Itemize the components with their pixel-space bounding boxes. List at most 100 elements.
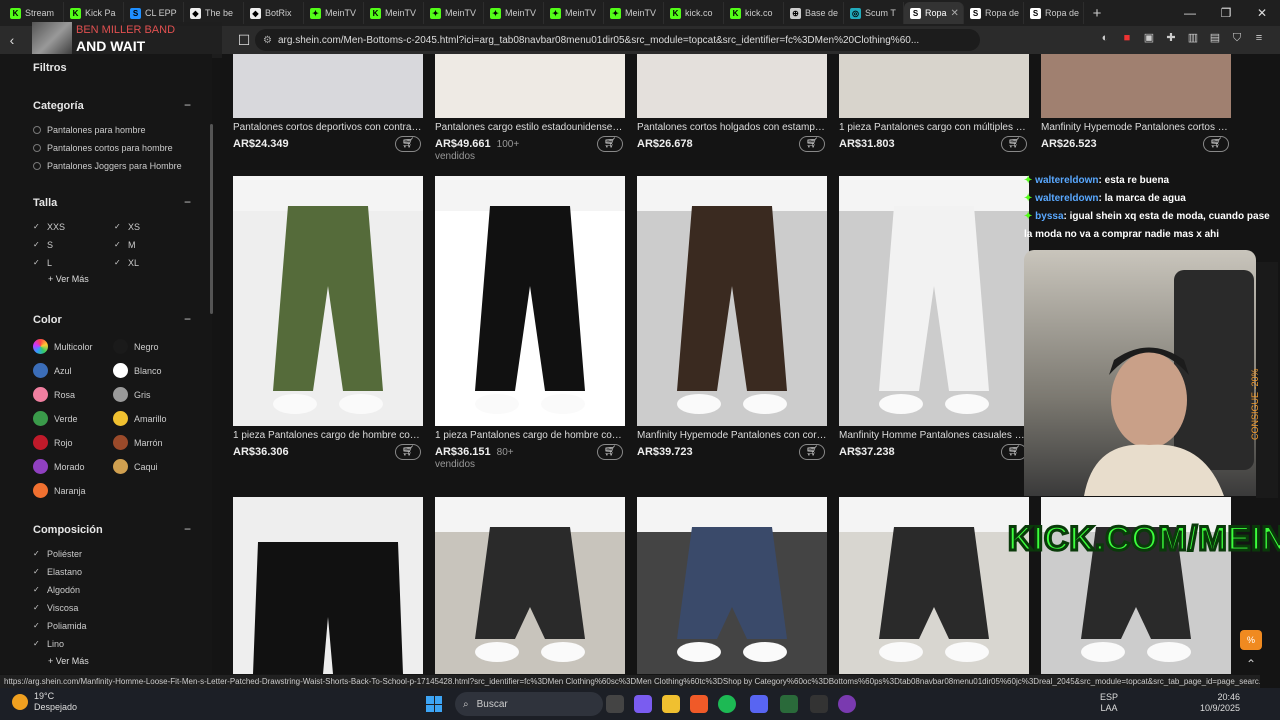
product-image[interactable]	[233, 497, 423, 674]
browser-tab[interactable]: ✦ MeinTV	[484, 2, 544, 24]
browser-tab[interactable]: S Ropa ✕	[904, 2, 964, 24]
wallet-icon[interactable]: ▤	[1208, 30, 1222, 46]
category-option[interactable]: Pantalones para hombre	[33, 125, 146, 135]
add-to-cart-button[interactable]: 🛒︎	[395, 136, 421, 152]
add-to-cart-button[interactable]: 🛒︎	[597, 136, 623, 152]
color-option[interactable]: Azul	[33, 363, 72, 378]
bookmark-icon[interactable]: ☐	[232, 32, 256, 49]
add-to-cart-button[interactable]: 🛒︎	[799, 444, 825, 460]
browser-tab[interactable]: K Stream	[4, 2, 64, 24]
file-explorer-icon[interactable]	[662, 695, 680, 713]
browser-tab[interactable]: ✦ MeinTV	[604, 2, 664, 24]
collapse-icon[interactable]: −	[184, 312, 191, 326]
discord-icon[interactable]	[750, 695, 768, 713]
composition-more-link[interactable]: + Ver Más	[48, 656, 89, 666]
browser-tab[interactable]: ◆ The be	[184, 2, 244, 24]
size-heading[interactable]: Talla	[33, 197, 57, 209]
browser-tab[interactable]: Kkick.co	[724, 2, 784, 24]
size-checkbox[interactable]: ✓ XL	[114, 258, 139, 268]
composition-checkbox[interactable]: ✓ Algodón	[33, 585, 80, 595]
color-option[interactable]: Gris	[113, 387, 151, 402]
offer-badge-icon[interactable]: %	[1240, 630, 1262, 650]
product-image[interactable]	[839, 54, 1029, 118]
product-title[interactable]: 1 pieza Pantalones cargo de hombre con .…	[435, 430, 625, 441]
product-image[interactable]	[637, 497, 827, 674]
app-icon[interactable]	[838, 695, 856, 713]
size-checkbox[interactable]: ✓ XS	[114, 222, 140, 232]
obs-icon[interactable]	[810, 695, 828, 713]
size-checkbox[interactable]: ✓ XXS	[33, 222, 65, 232]
close-icon[interactable]: ✕	[1244, 0, 1280, 26]
product-title[interactable]: Pantalones cortos deportivos con contras…	[233, 122, 423, 133]
color-option[interactable]: Blanco	[113, 363, 162, 378]
weather-widget[interactable]: 19°C Despejado	[12, 691, 77, 713]
new-tab-icon[interactable]: +	[1084, 5, 1110, 22]
browser-tab[interactable]: ⊕ Base de	[784, 2, 844, 24]
collapse-icon[interactable]: −	[184, 522, 191, 536]
browser-tab[interactable]: S Ropa de	[1024, 2, 1084, 24]
product-image[interactable]	[435, 497, 625, 674]
size-checkbox[interactable]: ✓ M	[114, 240, 136, 250]
taskbar-search[interactable]: ⌕ Buscar	[455, 692, 603, 716]
color-option[interactable]: Rosa	[33, 387, 75, 402]
composition-checkbox[interactable]: ✓ Viscosa	[33, 603, 78, 613]
url-input[interactable]: ⚙ arg.shein.com/Men-Bottoms-c-2045.html?…	[255, 29, 980, 51]
sidebar-icon[interactable]: ▥	[1186, 30, 1200, 46]
category-option[interactable]: Pantalones cortos para hombre	[33, 143, 173, 153]
maximize-icon[interactable]: ❐	[1208, 0, 1244, 26]
spotify-icon[interactable]	[718, 695, 736, 713]
color-option[interactable]: Negro	[113, 339, 159, 354]
product-image[interactable]	[839, 497, 1029, 674]
color-heading[interactable]: Color	[33, 314, 62, 326]
scroll-top-icon[interactable]: ⌃	[1240, 657, 1262, 675]
menu-icon[interactable]: ≡	[1252, 30, 1266, 46]
add-to-cart-button[interactable]: 🛒︎	[395, 444, 421, 460]
windows-start-icon[interactable]	[426, 696, 442, 712]
composition-checkbox[interactable]: ✓ Poliéster	[33, 549, 82, 559]
product-image[interactable]	[1041, 54, 1231, 118]
browser-tab[interactable]: S Ropa de	[964, 2, 1024, 24]
product-title[interactable]: Manfinity Hypemode Pantalones cortos co.…	[1041, 122, 1231, 133]
product-image[interactable]	[637, 176, 827, 426]
collapse-icon[interactable]: −	[184, 195, 191, 209]
minimize-icon[interactable]: —	[1172, 0, 1208, 26]
category-option[interactable]: Pantalones Joggers para Hombre	[33, 161, 182, 171]
add-to-cart-button[interactable]: 🛒︎	[597, 444, 623, 460]
browser-tab[interactable]: ◎ Scum T	[844, 2, 904, 24]
browser-tab[interactable]: K MeinTV	[364, 2, 424, 24]
add-to-cart-button[interactable]: 🛒︎	[1001, 136, 1027, 152]
size-checkbox[interactable]: ✓ S	[33, 240, 53, 250]
product-title[interactable]: Pantalones cargo estilo estadounidense d…	[435, 122, 625, 133]
extension-icon[interactable]: ▣	[1142, 30, 1156, 46]
back-icon[interactable]: ‹	[0, 32, 24, 48]
clock[interactable]: 20:46 10/9/2025	[1200, 692, 1240, 714]
browser-tab[interactable]: ◆ BotRix	[244, 2, 304, 24]
color-option[interactable]: Multicolor	[33, 339, 93, 354]
composition-checkbox[interactable]: ✓ Elastano	[33, 567, 82, 577]
composition-heading[interactable]: Composición	[33, 524, 103, 536]
product-title[interactable]: 1 pieza Pantalones cargo con múltiples b…	[839, 122, 1029, 133]
color-option[interactable]: Naranja	[33, 483, 86, 498]
composition-checkbox[interactable]: ✓ Poliamida	[33, 621, 87, 631]
browser-tab[interactable]: S CL EPP	[124, 2, 184, 24]
product-title[interactable]: 1 pieza Pantalones cargo de hombre con c…	[233, 430, 423, 441]
browser-tab[interactable]: ✦ MeinTV	[544, 2, 604, 24]
color-option[interactable]: Morado	[33, 459, 85, 474]
puzzle-icon[interactable]: ✚	[1164, 30, 1178, 46]
size-checkbox[interactable]: ✓ L	[33, 258, 52, 268]
close-tab-icon[interactable]: ✕	[951, 8, 959, 19]
color-option[interactable]: Caqui	[113, 459, 158, 474]
color-option[interactable]: Rojo	[33, 435, 73, 450]
product-title[interactable]: Manfinity Hypemode Pantalones con cordó.…	[637, 430, 827, 441]
add-to-cart-button[interactable]: 🛒︎	[799, 136, 825, 152]
composition-checkbox[interactable]: ✓ Lino	[33, 639, 64, 649]
app-icon[interactable]	[780, 695, 798, 713]
browser-tab[interactable]: Kkick.co	[664, 2, 724, 24]
copilot-icon[interactable]	[634, 695, 652, 713]
product-image[interactable]	[839, 176, 1029, 426]
browser-tab[interactable]: ✦ MeinTV	[424, 2, 484, 24]
color-option[interactable]: Amarillo	[113, 411, 167, 426]
size-more-link[interactable]: + Ver Más	[48, 274, 89, 284]
language-indicator[interactable]: ESP LAA	[1100, 692, 1118, 714]
product-image[interactable]	[233, 54, 423, 118]
